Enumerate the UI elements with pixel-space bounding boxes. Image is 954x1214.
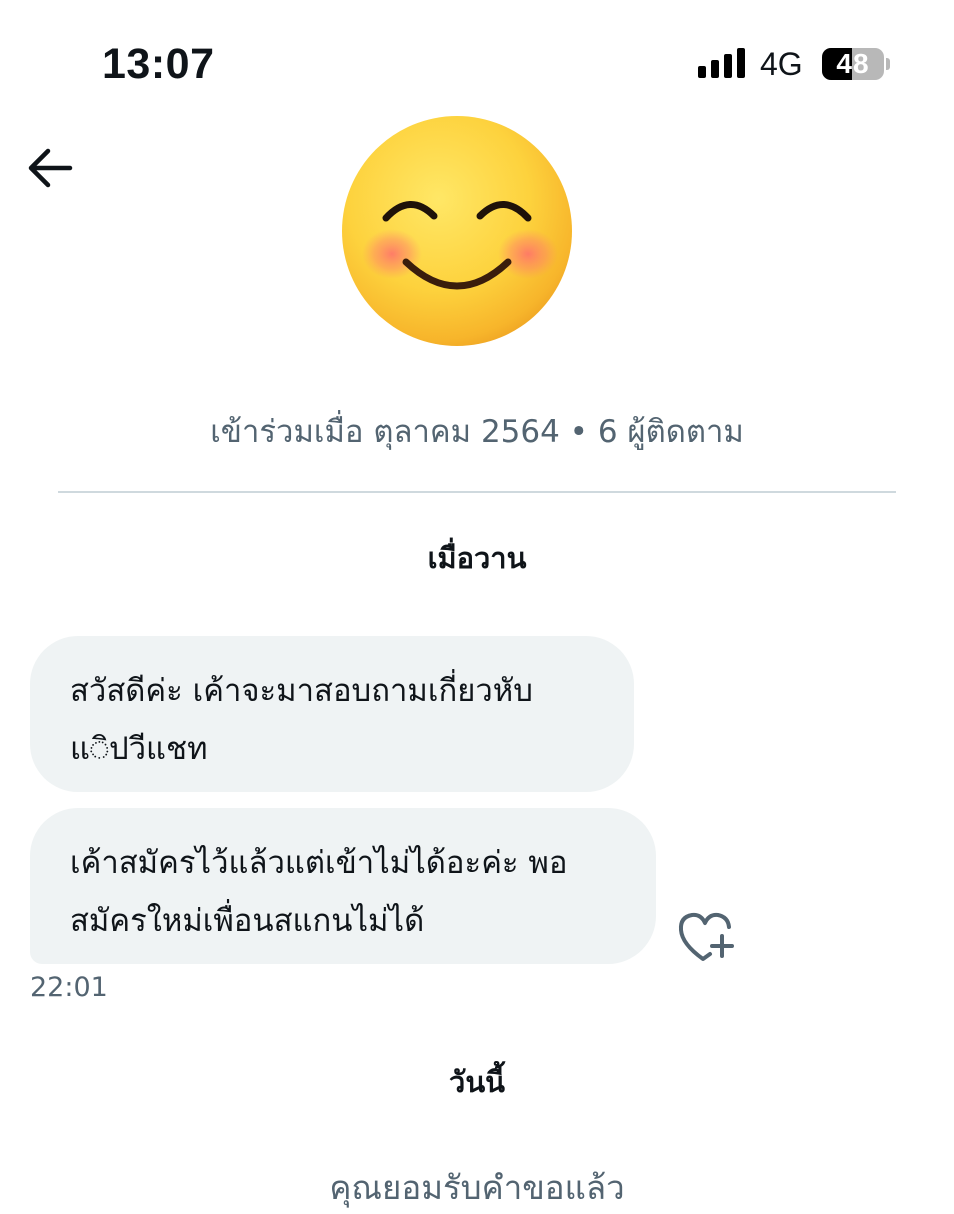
smiling-face-emoji-icon [342, 116, 572, 346]
message-bubble[interactable]: สวัสดีค่ะ เค้าจะมาสอบถามเกี่ยวหับ แ◌ิปวี… [30, 636, 634, 792]
message-text: แ◌ิปวีแชท [70, 731, 208, 767]
message-text: สวัสดีค่ะ เค้าจะมาสอบถามเกี่ยวหับ [70, 673, 533, 709]
message-timestamp: 22:01 [30, 972, 108, 1003]
arrow-left-icon [28, 148, 73, 188]
avatar[interactable] [340, 114, 574, 348]
request-accepted-notice: คุณยอมรับคำขอแล้ว [329, 1168, 625, 1207]
message-bubble[interactable]: เค้าสมัครไว้แล้วแต่เข้าไม่ได้อะค่ะ พอ สม… [30, 808, 656, 964]
divider [58, 491, 896, 493]
network-type: 4G [760, 46, 803, 82]
add-reaction-button[interactable] [676, 908, 736, 964]
date-separator-today: วันนี้ [449, 1065, 505, 1099]
battery-tip [886, 58, 890, 70]
cellular-signal-icon [698, 48, 746, 78]
battery-icon: 48 [822, 48, 884, 80]
status-time: 13:07 [102, 40, 215, 88]
date-separator-yesterday: เมื่อวาน [427, 541, 527, 575]
heart-plus-icon [678, 912, 734, 961]
message-text: เค้าสมัครไว้แล้วแต่เข้าไม่ได้อะค่ะ พอ [70, 845, 568, 881]
back-button[interactable] [24, 142, 76, 194]
message-text: สมัครใหม่เพื่อนสแกนไม่ได้ [70, 903, 425, 939]
battery-percent: 48 [836, 48, 870, 79]
profile-join-info: เข้าร่วมเมื่อ ตุลาคม 2564 • 6 ผู้ติดตาม [210, 414, 744, 450]
